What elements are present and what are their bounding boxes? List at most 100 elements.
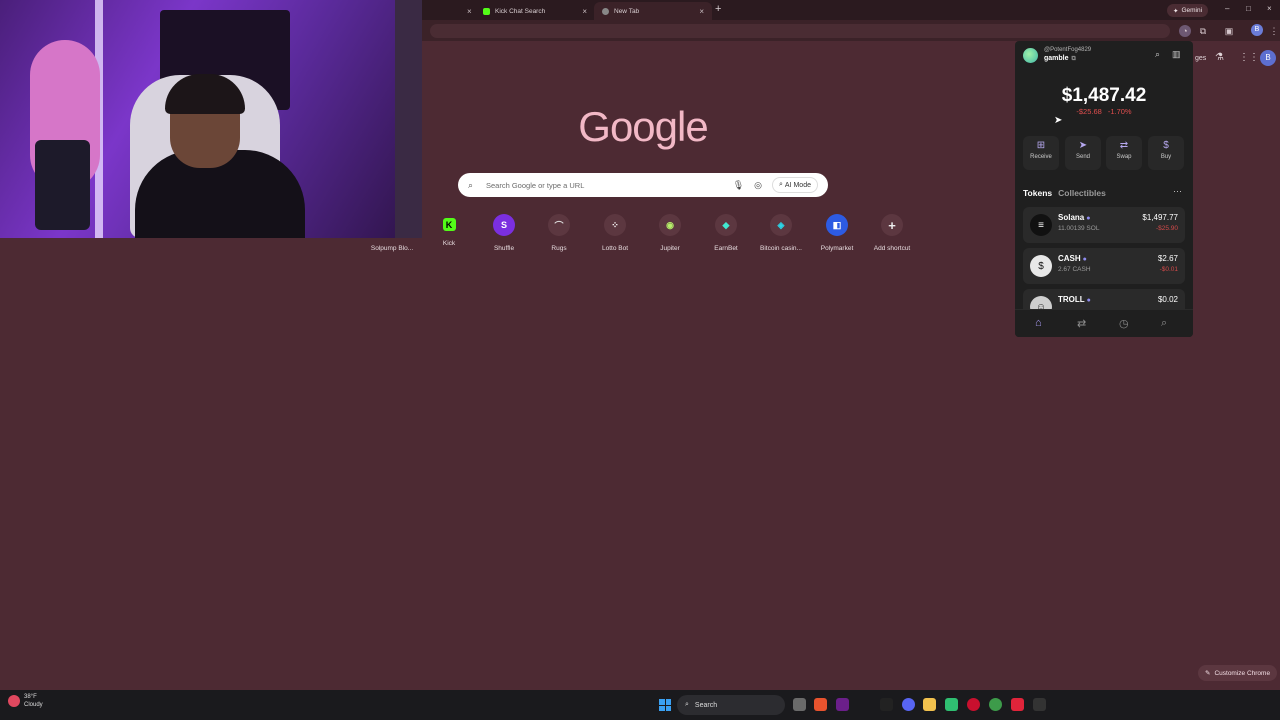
more-dots-icon[interactable]: ··· [1173, 186, 1182, 196]
tab-tokens[interactable]: Tokens [1023, 188, 1052, 198]
maximize-icon[interactable]: □ [1246, 4, 1251, 13]
token-name: CASH ● [1058, 254, 1087, 263]
history-clock-icon[interactable]: ◷ [1119, 317, 1129, 330]
solpump-icon [381, 214, 403, 236]
tab-new-tab[interactable]: New Tab × [594, 2, 712, 20]
token-row-cash[interactable]: $ CASH ● 2.67 CASH $2.67 -$0.01 [1023, 248, 1185, 284]
shortcut-earnbet[interactable]: ◆ EarnBet [698, 214, 754, 252]
app-icon[interactable] [836, 698, 849, 711]
gemini-button[interactable]: ✦ Gemini [1167, 4, 1209, 17]
labs-flask-icon[interactable]: ⚗ [1215, 52, 1224, 63]
phantom-extension-icon[interactable]: ◔ [1179, 25, 1191, 37]
weather-icon [8, 695, 20, 707]
token-change: -$0.01 [1159, 266, 1178, 273]
app-icon[interactable] [945, 698, 958, 711]
shortcut-rugs[interactable]: ⌒ Rugs [531, 214, 587, 252]
windows-start-icon[interactable] [659, 699, 671, 711]
profile-avatar[interactable]: B [1251, 24, 1263, 36]
shortcut-label: Jupiter [660, 245, 680, 252]
shortcut-polymarket[interactable]: ◧ Polymarket [809, 214, 865, 252]
ai-mode-button[interactable]: ⌕ AI Mode [772, 177, 818, 193]
shortcut-shuffle[interactable]: S Shuffle [476, 214, 532, 252]
send-icon: ➤ [1078, 140, 1088, 151]
menu-dots-icon[interactable]: ⋮ [1268, 25, 1280, 37]
search-label: Search [694, 701, 718, 709]
pencil-icon: ✎ [1205, 670, 1211, 677]
token-row-solana[interactable]: ≡ Solana ● 11.00139 SOL $1,497.77 -$25.90 [1023, 207, 1185, 243]
tab-collectibles[interactable]: Collectibles [1058, 188, 1106, 198]
microphone-icon[interactable]: 🎙 [733, 180, 744, 191]
home-icon[interactable]: ⌂ [1035, 317, 1042, 329]
bitcoin-casino-icon: ◈ [770, 214, 792, 236]
app-icon[interactable] [1033, 698, 1046, 711]
shortcut-add[interactable]: + Add shortcut [864, 214, 920, 252]
close-icon[interactable]: × [582, 7, 587, 16]
sidebar-toggle-icon[interactable]: ▥ [1172, 49, 1181, 60]
tab-previous[interactable]: × [430, 2, 480, 20]
tab-label: New Tab [614, 7, 640, 15]
images-link[interactable]: ges [1195, 55, 1206, 62]
app-icon[interactable] [814, 698, 827, 711]
temperature: 38°F [24, 694, 37, 700]
search-icon[interactable]: ⌕ [1155, 49, 1160, 60]
solana-icon: ≡ [1030, 214, 1052, 236]
address-bar[interactable] [430, 24, 1170, 38]
lens-icon[interactable]: ◎ [754, 180, 762, 191]
account-name-text: gamble [1044, 55, 1069, 62]
close-icon[interactable]: × [699, 7, 704, 16]
shortcut-label: Add shortcut [873, 245, 911, 252]
token-name-text: Solana [1058, 213, 1085, 222]
shortcut-label: Kick [442, 240, 456, 247]
swap-nav-icon[interactable]: ⇄ [1077, 317, 1086, 330]
taskbar-search[interactable]: ⌕ Search [677, 695, 785, 715]
extensions-icon[interactable]: ⧉ [1197, 25, 1209, 37]
ai-search-icon: ⌕ [779, 181, 783, 188]
search-nav-icon[interactable]: ⌕ [1161, 317, 1167, 330]
shortcut-label: Bitcoin casin... [760, 245, 802, 252]
app-icon[interactable] [1011, 698, 1024, 711]
kick-icon: K [442, 218, 456, 231]
discord-icon[interactable] [902, 698, 915, 711]
tradingview-icon[interactable] [880, 698, 893, 711]
wallet-avatar[interactable] [1023, 48, 1038, 63]
shortcut-label: EarnBet [714, 245, 738, 252]
weather-widget[interactable]: 38°F Cloudy [8, 693, 43, 709]
shortcut-bitcoin-casino[interactable]: ◈ Bitcoin casin... [753, 214, 809, 252]
opera-icon[interactable] [967, 698, 980, 711]
windows-taskbar: 38°F Cloudy ⌕ Search [0, 690, 1280, 720]
send-button[interactable]: ➤ Send [1065, 136, 1101, 170]
google-search-box[interactable]: ⌕ Search Google or type a URL 🎙 ◎ ⌕ AI M… [458, 173, 828, 197]
wallet-balance: $1,487.42 [1061, 85, 1147, 106]
file-explorer-icon[interactable] [923, 698, 936, 711]
wallet-account-name[interactable]: gamble ⧉ [1044, 55, 1076, 63]
chrome-favicon-icon [602, 7, 609, 15]
task-view-icon[interactable] [793, 698, 806, 711]
token-value: $1,497.77 [1142, 213, 1178, 222]
apps-grid-icon[interactable]: ⋮⋮ [1239, 52, 1259, 63]
token-amount: 2.67 CASH [1058, 266, 1091, 273]
swap-button[interactable]: ⇄ Swap [1106, 136, 1142, 170]
side-panel-icon[interactable]: ▣ [1223, 25, 1235, 37]
google-account-avatar[interactable]: B [1260, 50, 1276, 66]
plus-icon: + [881, 214, 903, 236]
action-label: Receive [1030, 154, 1052, 160]
wallet-bottom-nav: ⌂ ⇄ ◷ ⌕ [1015, 309, 1193, 337]
sparkle-icon: ✦ [1173, 7, 1179, 15]
chrome-icon[interactable] [989, 698, 1002, 711]
shortcut-solpump[interactable]: Solpump Blo... [364, 214, 420, 252]
tab-kick-chat-search[interactable]: Kick Chat Search × [475, 2, 595, 20]
shortcut-kick[interactable]: K Kick [421, 214, 477, 247]
lotto-icon: ⁘ [604, 214, 626, 236]
receive-button[interactable]: ⊞ Receive [1023, 136, 1059, 170]
minimize-icon[interactable]: – [1225, 4, 1229, 13]
new-tab-plus-icon[interactable]: + [715, 3, 721, 15]
customize-chrome-button[interactable]: ✎ Customize Chrome [1198, 665, 1278, 681]
google-logo: Google [578, 103, 708, 150]
shortcut-lotto-bot[interactable]: ⁘ Lotto Bot [587, 214, 643, 252]
close-window-icon[interactable]: × [1267, 4, 1272, 13]
webcam-overlay [0, 0, 422, 238]
close-icon[interactable]: × [467, 7, 472, 16]
buy-button[interactable]: $ Buy [1148, 136, 1184, 170]
copy-icon[interactable]: ⧉ [1072, 56, 1076, 62]
shortcut-jupiter[interactable]: ◉ Jupiter [642, 214, 698, 252]
